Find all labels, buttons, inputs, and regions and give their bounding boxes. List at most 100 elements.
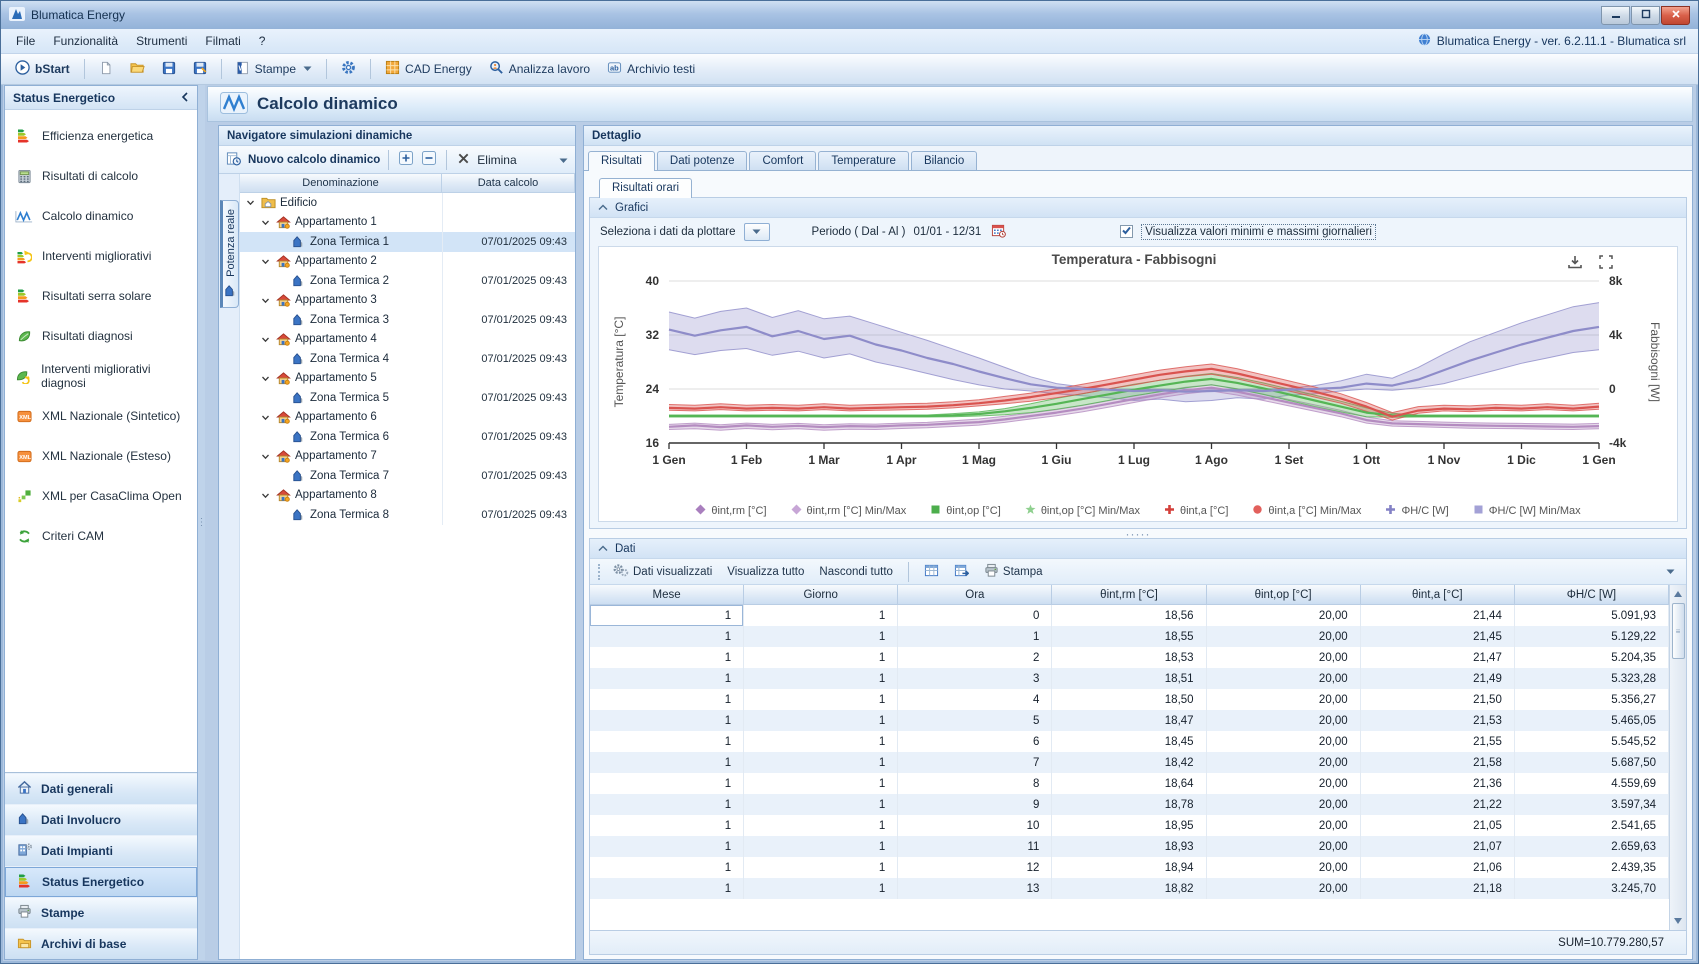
- table-row[interactable]: 111018,9520,0021,052.541,65: [590, 815, 1669, 836]
- minimize-button[interactable]: [1601, 6, 1630, 25]
- legend-item[interactable]: θint,a [°C]: [1164, 504, 1228, 518]
- tab-risultati-orari[interactable]: Risultati orari: [599, 178, 692, 198]
- toolbar-drag-handle[interactable]: [598, 564, 601, 580]
- sidebar-item[interactable]: Interventi migliorativi: [5, 236, 197, 276]
- tree-row[interactable]: Appartamento 5: [240, 369, 575, 389]
- sidebar-item[interactable]: Criteri CAM: [5, 516, 197, 556]
- table-row[interactable]: 111118,9320,0021,072.659,63: [590, 836, 1669, 857]
- fullscreen-chart-icon[interactable]: [1599, 255, 1613, 272]
- sidebar-item[interactable]: Risultati serra solare: [5, 276, 197, 316]
- export-table-button[interactable]: [951, 561, 972, 583]
- tab-dati-potenze[interactable]: Dati potenze: [657, 151, 748, 170]
- tree-row[interactable]: Appartamento 3: [240, 291, 575, 311]
- menu-item-funzionalit[interactable]: Funzionalità: [44, 31, 127, 51]
- tree-row[interactable]: Zona Termica 3 07/01/2025 09:43: [240, 310, 575, 330]
- tree-expander-icon[interactable]: [244, 198, 256, 207]
- minmax-checkbox-label[interactable]: Visualizza valori minimi e massimi giorn…: [1141, 224, 1376, 240]
- table-column-header[interactable]: Ora: [898, 585, 1052, 605]
- sidebar-splitter[interactable]: ⋮: [198, 85, 205, 960]
- grafici-header[interactable]: Grafici: [590, 198, 1686, 218]
- menu-item-help[interactable]: ?: [250, 31, 275, 51]
- sidebar-item[interactable]: Calcolo dinamico: [5, 196, 197, 236]
- chart-canvas[interactable]: Temperatura - Fabbisogni1 Gen1 Feb1 Mar1…: [599, 247, 1677, 482]
- tab-risultati[interactable]: Risultati: [588, 151, 655, 171]
- table-row[interactable]: 11018,5620,0021,445.091,93: [590, 605, 1669, 626]
- table-row[interactable]: 111318,8220,0021,183.245,70: [590, 878, 1669, 899]
- tree-row[interactable]: Zona Termica 7 07/01/2025 09:43: [240, 466, 575, 486]
- download-chart-icon[interactable]: [1567, 255, 1583, 272]
- table-row[interactable]: 11318,5120,0021,495.323,28: [590, 668, 1669, 689]
- tree-row[interactable]: Appartamento 7: [240, 447, 575, 467]
- menu-item-filmati[interactable]: Filmati: [196, 31, 249, 51]
- tab-comfort[interactable]: Comfort: [749, 151, 816, 170]
- table-row[interactable]: 11718,4220,0021,585.687,50: [590, 752, 1669, 773]
- table-row[interactable]: 11418,5020,0021,505.356,27: [590, 689, 1669, 710]
- tree-expander-icon[interactable]: [259, 218, 271, 227]
- section-splitter[interactable]: ·····: [589, 529, 1687, 538]
- analizza-lavoro-button[interactable]: Analizza lavoro: [483, 57, 596, 81]
- table-column-header[interactable]: Giorno: [744, 585, 898, 605]
- stampa-button[interactable]: Stampa: [981, 561, 1046, 583]
- archivio-testi-button[interactable]: ab Archivio testi: [601, 57, 701, 81]
- tree-expander-icon[interactable]: [259, 452, 271, 461]
- navigator-dropdown-button[interactable]: [557, 151, 570, 169]
- visualizza-tutto-button[interactable]: Visualizza tutto: [724, 564, 807, 580]
- title-bar[interactable]: Blumatica Energy: [1, 1, 1698, 29]
- scroll-up-button[interactable]: [1671, 586, 1686, 602]
- tree-row[interactable]: Zona Termica 1 07/01/2025 09:43: [240, 232, 575, 252]
- save-all-button[interactable]: [187, 58, 213, 81]
- expand-all-button[interactable]: [397, 149, 415, 170]
- period-calendar-button[interactable]: [989, 221, 1008, 243]
- tree-row[interactable]: Appartamento 1: [240, 213, 575, 233]
- tree-expander-icon[interactable]: [259, 491, 271, 500]
- nav-item[interactable]: Stampe: [5, 897, 197, 928]
- new-dynamic-calc-label[interactable]: Nuovo calcolo dinamico: [248, 154, 380, 166]
- sidebar-item[interactable]: Risultati diagnosi: [5, 316, 197, 356]
- nav-item[interactable]: Archivi di base: [5, 928, 197, 959]
- tree-row[interactable]: Zona Termica 4 07/01/2025 09:43: [240, 349, 575, 369]
- cad-energy-button[interactable]: CAD Energy: [379, 57, 478, 81]
- collapse-sidebar-icon[interactable]: [181, 91, 189, 105]
- menu-item-strumenti[interactable]: Strumenti: [127, 31, 196, 51]
- potenza-reale-tab[interactable]: Potenza reale: [220, 200, 239, 308]
- table-row[interactable]: 11518,4720,0021,535.465,05: [590, 710, 1669, 731]
- new-file-button[interactable]: [93, 58, 119, 81]
- menu-item-file[interactable]: File: [7, 31, 44, 51]
- stampe-button[interactable]: W Stampe: [230, 58, 318, 81]
- legend-item[interactable]: ΦH/C [W] Min/Max: [1473, 504, 1581, 518]
- table-view-button[interactable]: [921, 561, 942, 583]
- tree-row[interactable]: Appartamento 4: [240, 330, 575, 350]
- sidebar-item[interactable]: XML per CasaClima Open: [5, 476, 197, 516]
- minmax-checkbox[interactable]: [1120, 225, 1133, 238]
- sidebar-item[interactable]: XML XML Nazionale (Esteso): [5, 436, 197, 476]
- delete-button[interactable]: [455, 150, 472, 170]
- tree-row[interactable]: Edificio: [240, 193, 575, 213]
- column-header-denominazione[interactable]: Denominazione: [240, 174, 442, 193]
- table-row[interactable]: 11218,5320,0021,475.204,35: [590, 647, 1669, 668]
- close-button[interactable]: [1661, 6, 1690, 25]
- legend-item[interactable]: ΦH/C [W]: [1385, 504, 1448, 518]
- dati-visualizzati-button[interactable]: Dati visualizzati: [610, 561, 715, 582]
- table-column-header[interactable]: θint,op [°C]: [1207, 585, 1361, 605]
- tree-expander-icon[interactable]: [259, 296, 271, 305]
- new-dynamic-calc-button[interactable]: [224, 149, 243, 171]
- delete-label[interactable]: Elimina: [477, 153, 516, 167]
- tree-expander-icon[interactable]: [259, 413, 271, 422]
- table-column-header[interactable]: ΦH/C [W]: [1515, 585, 1669, 605]
- sidebar-item[interactable]: Interventi migliorativi diagnosi: [5, 356, 197, 396]
- table-column-header[interactable]: θint,rm [°C]: [1052, 585, 1206, 605]
- tree-expander-icon[interactable]: [259, 335, 271, 344]
- tab-temperature[interactable]: Temperature: [818, 151, 909, 170]
- settings-button[interactable]: [335, 57, 362, 81]
- table-row[interactable]: 111218,9420,0021,062.439,35: [590, 857, 1669, 878]
- open-button[interactable]: [124, 57, 151, 81]
- scroll-down-button[interactable]: [1671, 913, 1686, 929]
- legend-item[interactable]: θint,a [°C] Min/Max: [1252, 504, 1361, 518]
- scrollbar-thumb[interactable]: ≡: [1672, 603, 1685, 659]
- legend-item[interactable]: θint,rm [°C]: [695, 504, 766, 518]
- nav-item[interactable]: Status Energetico: [5, 866, 197, 897]
- table-row[interactable]: 11918,7820,0021,223.597,34: [590, 794, 1669, 815]
- sidebar-item[interactable]: XML XML Nazionale (Sintetico): [5, 396, 197, 436]
- sidebar-item[interactable]: Efficienza energetica: [5, 116, 197, 156]
- tree-row[interactable]: Appartamento 6: [240, 408, 575, 428]
